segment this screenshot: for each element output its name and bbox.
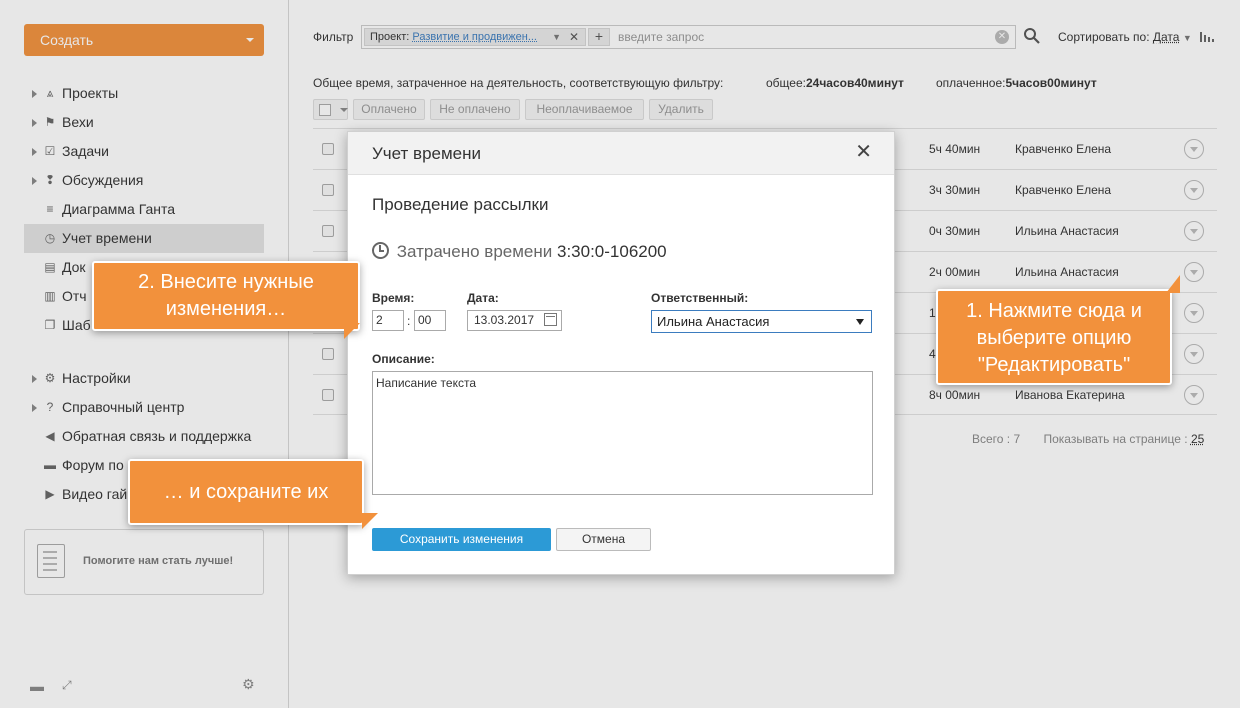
time-spent-label: Затрачено времени xyxy=(396,242,553,261)
responsible-select[interactable]: Ильина Анастасия xyxy=(651,310,872,333)
time-tracking-dialog: Учет времени ✕ Проведение рассылки Затра… xyxy=(347,131,895,575)
dialog-title: Учет времени xyxy=(372,144,482,163)
callout-step-1: 1. Нажмите сюда и выберите опцию "Редакт… xyxy=(936,275,1180,385)
minutes-input[interactable]: 00 xyxy=(414,310,446,331)
close-icon[interactable]: ✕ xyxy=(855,142,872,162)
responsible-label: Ответственный: xyxy=(651,291,749,305)
hours-input[interactable]: 2 xyxy=(372,310,404,331)
date-value: 13.03.2017 xyxy=(474,313,535,327)
callout-step-2: 2. Внесите нужные изменения… xyxy=(92,261,360,339)
dialog-header: Учет времени ✕ xyxy=(348,132,894,175)
task-name: Проведение рассылки xyxy=(372,195,549,214)
callout-pointer xyxy=(362,513,378,529)
responsible-value: Ильина Анастасия xyxy=(657,314,770,329)
callout-pointer xyxy=(344,323,360,339)
description-textarea[interactable]: Написание текста xyxy=(372,371,873,495)
chevron-down-icon[interactable] xyxy=(856,319,864,325)
calendar-icon[interactable] xyxy=(544,313,557,326)
save-changes-button[interactable]: Сохранить изменения xyxy=(372,528,551,551)
callout-step-3-text: … и сохраните их xyxy=(163,481,329,503)
time-spent-value: 3:30:0-106200 xyxy=(556,242,667,261)
clock-icon xyxy=(372,242,389,259)
callout-step-1-text: 1. Нажмите сюда и выберите опцию "Редакт… xyxy=(966,300,1142,376)
time-label: Время: xyxy=(372,291,415,305)
callout-pointer xyxy=(1166,275,1180,293)
time-separator: : xyxy=(407,314,411,328)
time-spent: Затрачено времени 3:30:0-106200 xyxy=(372,242,667,262)
callout-step-3: … и сохраните их xyxy=(128,459,378,529)
callout-step-2-text: 2. Внесите нужные изменения… xyxy=(138,271,314,320)
date-label: Дата: xyxy=(467,291,499,305)
description-label: Описание: xyxy=(372,352,435,366)
cancel-button[interactable]: Отмена xyxy=(556,528,651,551)
